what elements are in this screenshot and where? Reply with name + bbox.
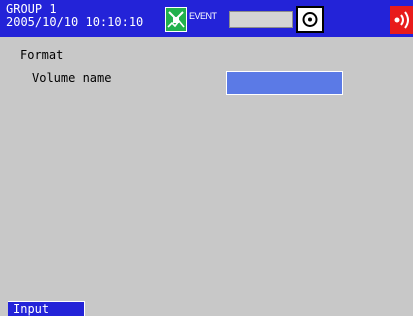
datetime-display: 2005/10/10 10:10:10 — [6, 15, 144, 29]
media-drive-icon-graphic — [302, 12, 318, 27]
event-status-icon — [165, 7, 187, 32]
volume-name-input[interactable] — [226, 71, 343, 95]
alarm-sound-icon-graphic — [394, 11, 409, 29]
alarm-sound-icon — [390, 6, 413, 34]
format-screen: GROUP 1 2005/10/10 10:10:10 EVENT Format… — [0, 0, 413, 316]
volume-name-label: Volume name — [32, 71, 112, 85]
media-drive-icon — [296, 6, 324, 33]
event-status-icon-graphic — [167, 11, 185, 28]
event-indicator-bar — [229, 11, 293, 28]
event-label: EVENT — [189, 11, 217, 21]
input-softkey[interactable]: Input — [8, 301, 85, 316]
form-title: Format — [20, 48, 64, 62]
status-bar: GROUP 1 2005/10/10 10:10:10 EVENT — [0, 0, 413, 37]
